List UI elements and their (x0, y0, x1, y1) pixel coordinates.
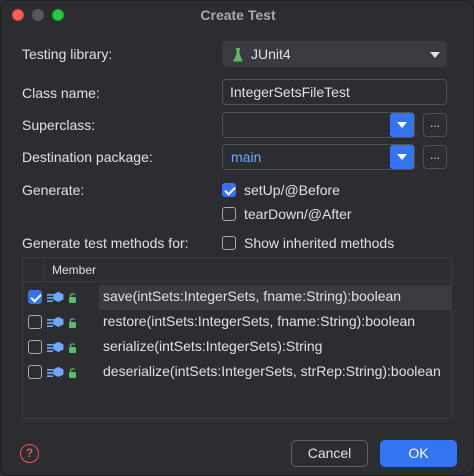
member-signature: restore(intSets:IntegerSets, fname:Strin… (103, 313, 416, 329)
junit-flask-icon (233, 48, 243, 62)
generate-methods-label: Generate test methods for: (22, 235, 189, 251)
ok-button[interactable]: OK (380, 440, 457, 467)
superclass-label: Superclass: (22, 117, 96, 133)
setup-before-checkbox[interactable] (222, 183, 236, 197)
table-row[interactable]: deserialize(intSets:IntegerSets, strRep:… (23, 360, 451, 385)
member-checkbox[interactable] (28, 340, 42, 354)
table-row[interactable]: restore(intSets:IntegerSets, fname:Strin… (23, 310, 451, 335)
testing-library-value: JUnit4 (251, 46, 291, 62)
member-checkbox[interactable] (28, 365, 42, 379)
chevron-down-icon (430, 52, 440, 58)
testing-library-label: Testing library: (22, 46, 113, 62)
method-public-icon (47, 366, 76, 378)
setup-before-label: setUp/@Before (244, 182, 340, 198)
destination-package-browse-button[interactable]: ... (423, 145, 447, 169)
member-checkbox[interactable] (28, 315, 42, 329)
destination-package-dropdown-button[interactable] (390, 145, 414, 169)
cancel-button[interactable]: Cancel (291, 440, 368, 467)
method-public-icon (47, 291, 76, 303)
member-signature: save(intSets:IntegerSets, fname:String):… (103, 288, 402, 304)
member-signature: deserialize(intSets:IntegerSets, strRep:… (103, 363, 441, 379)
table-header: Member (23, 258, 451, 282)
destination-package-value: main (231, 149, 262, 165)
members-table: Member save(intSets:IntegerSets, fname:S… (22, 257, 452, 419)
method-public-icon (47, 316, 76, 328)
destination-package-label: Destination package: (22, 149, 153, 165)
class-name-label: Class name: (22, 85, 100, 101)
testing-library-select[interactable]: JUnit4 (222, 41, 447, 67)
teardown-after-label: tearDown/@After (244, 206, 352, 222)
table-row[interactable]: serialize(intSets:IntegerSets):String (23, 335, 451, 360)
column-separator (43, 258, 44, 282)
generate-label: Generate: (22, 182, 85, 198)
class-name-value: IntegerSetsFileTest (230, 84, 350, 100)
member-column-header[interactable]: Member (52, 263, 96, 277)
superclass-browse-button[interactable]: ... (423, 113, 447, 137)
class-name-field[interactable]: IntegerSetsFileTest (222, 79, 447, 105)
table-row[interactable]: save(intSets:IntegerSets, fname:String):… (23, 285, 451, 310)
superclass-combo[interactable] (222, 112, 415, 138)
show-inherited-label: Show inherited methods (244, 235, 395, 251)
create-test-dialog: Create Test Testing library: JUnit4 Clas… (0, 0, 474, 476)
dialog-title: Create Test (200, 7, 276, 23)
member-signature: serialize(intSets:IntegerSets):String (103, 338, 323, 354)
member-checkbox[interactable] (28, 290, 42, 304)
help-button[interactable]: ? (20, 444, 39, 463)
method-public-icon (47, 341, 76, 353)
show-inherited-checkbox[interactable] (222, 236, 236, 250)
title-bar: Create Test (1, 1, 473, 31)
teardown-after-checkbox[interactable] (222, 207, 236, 221)
destination-package-combo[interactable]: main (222, 144, 415, 170)
superclass-dropdown-button[interactable] (390, 113, 414, 137)
